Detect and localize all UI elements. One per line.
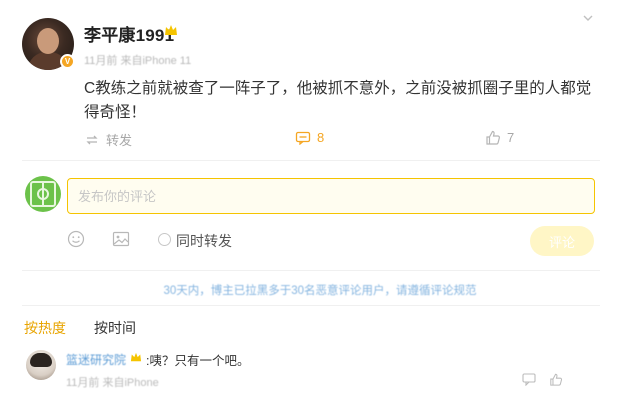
thumbs-up-icon bbox=[486, 130, 500, 145]
tab-sort-hot[interactable]: 按热度 bbox=[24, 318, 66, 338]
like-count: 7 bbox=[507, 130, 515, 145]
comment-count: 8 bbox=[317, 130, 325, 145]
thumbs-up-icon[interactable] bbox=[549, 373, 563, 386]
reply-icon[interactable] bbox=[522, 373, 536, 386]
repost-icon bbox=[86, 135, 98, 144]
verified-badge-icon: V bbox=[60, 54, 75, 69]
like-button[interactable]: 7 bbox=[485, 130, 514, 145]
crown-icon bbox=[130, 352, 142, 362]
tab-sort-time[interactable]: 按时间 bbox=[94, 318, 136, 338]
also-repost-checkbox[interactable] bbox=[158, 233, 171, 246]
also-repost-label: 同时转发 bbox=[176, 233, 232, 249]
divider bbox=[22, 305, 600, 306]
current-user-avatar bbox=[25, 176, 61, 212]
comment-notice: 30天内，博主已拉黑多于30名恶意评论用户，请遵循评论规范 bbox=[163, 285, 477, 297]
divider bbox=[22, 270, 600, 271]
crown-icon bbox=[165, 25, 177, 35]
comment-button[interactable]: 8 bbox=[295, 130, 324, 145]
sort-tabs: 按热度 按时间 bbox=[24, 318, 164, 338]
comment-meta: 11月前 来自iPhone bbox=[66, 377, 159, 389]
image-icon[interactable] bbox=[112, 230, 130, 248]
author-username[interactable]: 李平康1991 bbox=[84, 21, 174, 46]
comment-input[interactable] bbox=[67, 178, 595, 214]
comment-text: :咦？只有一个吧。 bbox=[146, 354, 250, 368]
divider bbox=[22, 160, 600, 161]
repost-button[interactable]: 转发 bbox=[84, 130, 132, 149]
post-meta: 11月前 来自iPhone 11 bbox=[84, 55, 192, 67]
comment-icon bbox=[295, 131, 311, 145]
post-text: C教练之前就被查了一阵子了，他被抓不意外，之前没被抓圈子里的人都觉得奇怪！ bbox=[84, 80, 592, 121]
chevron-down-icon[interactable] bbox=[582, 12, 594, 24]
submit-comment-button[interactable]: 评论 bbox=[530, 226, 594, 256]
commenter-avatar[interactable] bbox=[26, 350, 56, 380]
emoji-icon[interactable] bbox=[67, 230, 85, 248]
commenter-username[interactable]: 篮迷研究院 bbox=[66, 351, 126, 368]
repost-label: 转发 bbox=[106, 133, 133, 148]
